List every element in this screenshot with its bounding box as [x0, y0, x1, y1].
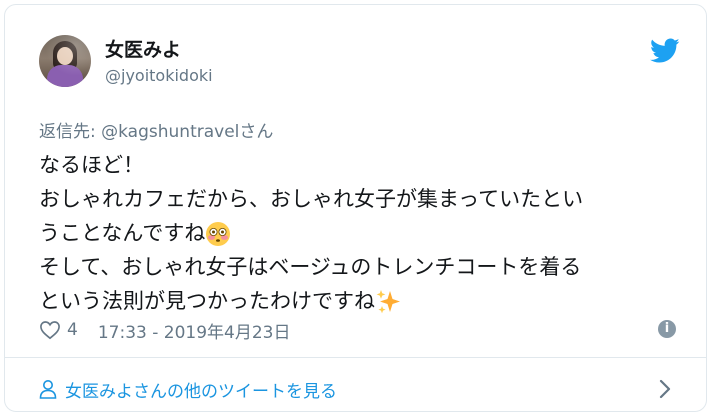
- tweet-line: おしゃれカフェだから、おしゃれ女子が集まっていたとい: [39, 187, 584, 211]
- tweet-meta: 4 17:33 - 2019年4月23日: [39, 317, 290, 343]
- flushed-face-emoji: [206, 222, 231, 246]
- author-handle[interactable]: @jyoitokidoki: [105, 66, 213, 85]
- info-icon[interactable]: i: [658, 320, 676, 338]
- more-tweets-link[interactable]: 女医みよさんの他のツイートを見る: [39, 375, 337, 403]
- like-count[interactable]: 4: [67, 320, 78, 340]
- reply-suffix: さん: [239, 122, 274, 142]
- tweet-line: そして、おしゃれ女子はベージュのトレンチコートを着る: [39, 255, 582, 279]
- tweet-text: なるほど！ おしゃれカフェだから、おしゃれ女子が集まっていたとい うことなんです…: [39, 148, 679, 318]
- divider: [5, 357, 706, 358]
- reply-context: 返信先: @kagshuntravelさん: [39, 117, 273, 142]
- embedded-tweet-card: 女医みよ @jyoitokidoki 返信先: @kagshuntravelさん…: [4, 4, 707, 412]
- tweet-header: 女医みよ @jyoitokidoki: [5, 5, 706, 105]
- author-name[interactable]: 女医みよ: [105, 35, 181, 62]
- tweet-line: という法則が見つかったわけですね: [39, 284, 679, 318]
- twitter-bird-icon[interactable]: [650, 38, 680, 64]
- person-icon: [39, 380, 57, 399]
- chevron-right-icon[interactable]: [659, 379, 671, 399]
- avatar[interactable]: [39, 35, 91, 87]
- heart-outline-icon[interactable]: [39, 320, 61, 340]
- reply-mention-link[interactable]: @kagshuntravel: [101, 122, 239, 142]
- tweet-line: なるほど！: [39, 153, 144, 177]
- reply-prefix: 返信先:: [39, 122, 102, 142]
- tweet-line: うことなんですね: [39, 216, 679, 250]
- more-tweets-label: 女医みよさんの他のツイートを見る: [65, 381, 337, 402]
- tweet-timestamp[interactable]: 17:33 - 2019年4月23日: [98, 318, 291, 343]
- sparkles-emoji: [376, 290, 400, 314]
